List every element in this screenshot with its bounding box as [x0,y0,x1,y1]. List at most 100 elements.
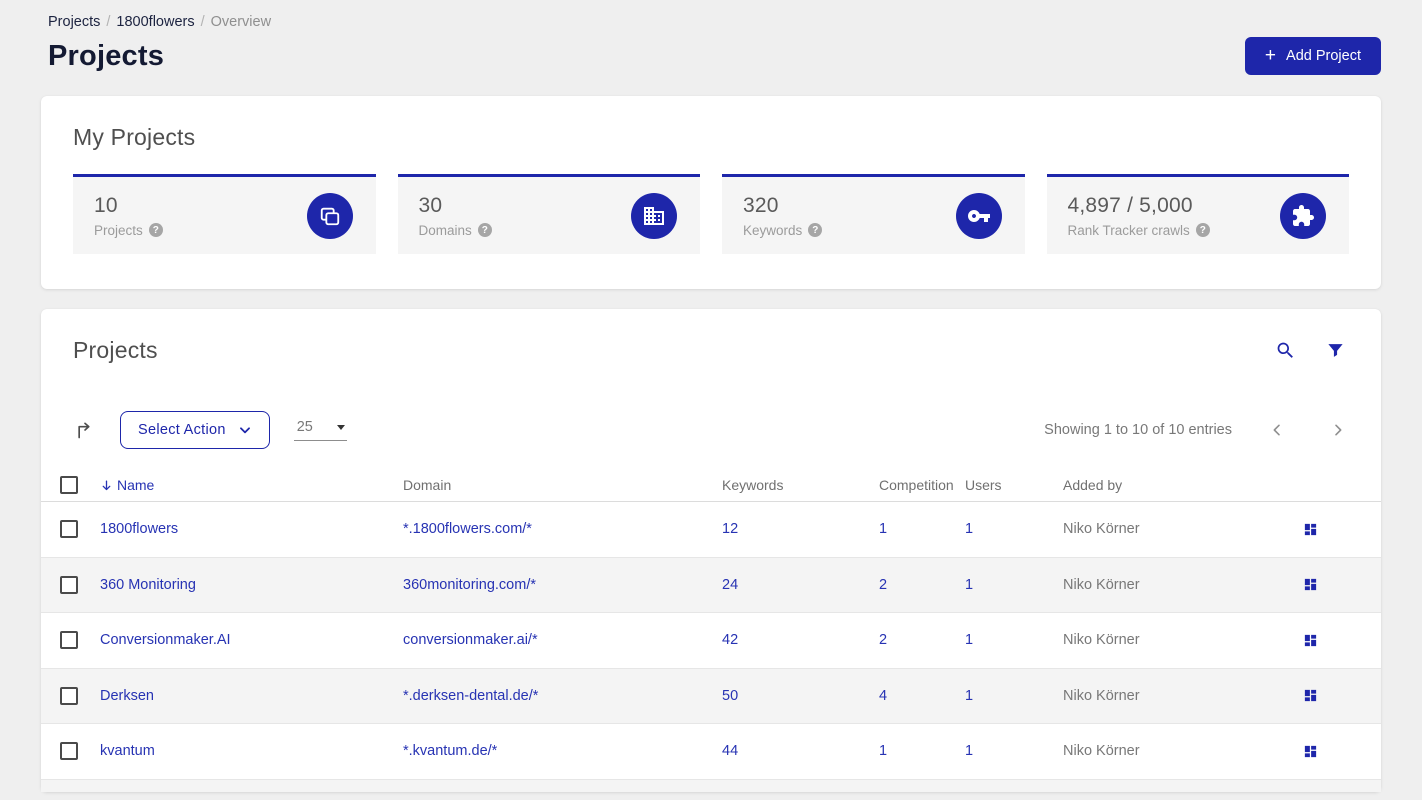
showing-entries-text: Showing 1 to 10 of 10 entries [1044,422,1232,438]
copy-stack-icon [306,192,353,239]
dashboard-icon[interactable] [1303,744,1318,759]
stat-projects-value: 10 [94,193,118,217]
prev-page-icon[interactable] [1269,422,1285,438]
column-header-name[interactable]: Name [100,477,403,493]
competition-value-link[interactable]: 1 [879,521,887,537]
building-icon [631,192,677,239]
page-size-select[interactable]: 25 [293,419,347,441]
projects-panel-title: Projects [73,337,158,363]
added-by-text: Niko Körner [1063,687,1140,704]
help-icon[interactable]: ? [477,223,492,237]
dashboard-icon[interactable] [1303,522,1318,537]
column-header-domain[interactable]: Domain [403,477,722,493]
row-checkbox[interactable] [60,575,78,594]
help-icon[interactable]: ? [1195,223,1210,237]
project-name-link[interactable]: 360 Monitoring [100,577,196,593]
row-checkbox[interactable] [60,520,78,539]
table-body: 1800flowers *.1800flowers.com/* 12 1 1 N… [41,502,1381,780]
page-title: Projects [48,39,165,72]
stat-keywords: 320 Keywords ? [722,174,1025,254]
help-icon[interactable]: ? [808,223,823,237]
export-arrow-icon[interactable] [75,420,95,440]
users-value-link[interactable]: 1 [965,688,973,704]
select-action-label: Select Action [138,422,226,438]
project-domain-link[interactable]: conversionmaker.ai/* [403,632,538,648]
stat-projects-label: Projects [94,222,143,238]
users-value-link[interactable]: 1 [965,632,973,648]
stat-domains-label: Domains [418,222,472,238]
breadcrumb-separator: / [200,14,205,30]
table-row[interactable]: kvantum *.kvantum.de/* 44 1 1 Niko Körne… [41,724,1381,780]
key-icon [955,192,1002,239]
column-header-users[interactable]: Users [965,477,1063,493]
page-size-value: 25 [296,419,313,435]
stat-keywords-label: Keywords [743,222,803,238]
project-name-link[interactable]: Derksen [100,688,154,704]
table-row[interactable]: 360 Monitoring 360monitoring.com/* 24 2 … [41,557,1381,613]
added-by-text: Niko Körner [1063,743,1140,760]
added-by-text: Niko Körner [1063,632,1140,649]
breadcrumb-projects[interactable]: Projects [48,14,100,30]
competition-value-link[interactable]: 2 [879,632,887,648]
puzzle-icon [1280,192,1326,239]
my-projects-title: My Projects [73,124,196,150]
dashboard-icon[interactable] [1303,688,1318,703]
project-domain-link[interactable]: *.1800flowers.com/* [403,521,532,537]
table-row[interactable]: Conversionmaker.AI conversionmaker.ai/* … [41,613,1381,669]
keywords-value-link[interactable]: 44 [722,743,738,759]
filter-icon[interactable] [1326,341,1345,360]
project-domain-link[interactable]: *.kvantum.de/* [403,743,497,759]
table-row[interactable]: Derksen *.derksen-dental.de/* 50 4 1 Nik… [41,668,1381,724]
keywords-value-link[interactable]: 24 [722,577,738,593]
dashboard-icon[interactable] [1303,577,1318,592]
column-header-added-by[interactable]: Added by [1063,477,1262,493]
project-name-link[interactable]: Conversionmaker.AI [100,632,231,648]
chevron-down-icon [239,427,250,434]
stat-domains-value: 30 [418,193,443,217]
breadcrumb-separator: / [106,14,111,30]
stat-keywords-value: 320 [743,193,779,217]
stat-projects: 10 Projects ? [73,174,376,254]
next-page-icon[interactable] [1330,422,1346,438]
row-checkbox[interactable] [60,742,78,761]
caret-down-icon [336,424,345,430]
partial-next-row [41,779,1381,792]
column-header-competition[interactable]: Competition [879,477,965,493]
table-row[interactable]: 1800flowers *.1800flowers.com/* 12 1 1 N… [41,502,1381,558]
keywords-value-link[interactable]: 42 [722,632,738,648]
keywords-value-link[interactable]: 12 [722,521,738,537]
select-action-dropdown[interactable]: Select Action [120,411,270,449]
added-by-text: Niko Körner [1063,576,1140,593]
competition-value-link[interactable]: 4 [879,688,887,704]
keywords-value-link[interactable]: 50 [722,688,738,704]
project-domain-link[interactable]: 360monitoring.com/* [403,577,536,593]
stat-crawls-value: 4,897 / 5,000 [1067,193,1193,217]
stat-crawls-label: Rank Tracker crawls [1067,222,1190,238]
select-all-checkbox[interactable] [60,476,78,494]
stat-crawls: 4,897 / 5,000 Rank Tracker crawls ? [1046,174,1349,254]
users-value-link[interactable]: 1 [965,577,973,593]
row-checkbox[interactable] [60,631,78,650]
project-name-link[interactable]: 1800flowers [100,521,178,537]
row-checkbox[interactable] [60,686,78,705]
competition-value-link[interactable]: 2 [879,577,887,593]
search-icon[interactable] [1275,340,1296,361]
add-project-label: Add Project [1286,48,1361,64]
plus-icon: + [1264,44,1277,66]
breadcrumb-1800flowers[interactable]: 1800flowers [116,14,194,30]
added-by-text: Niko Körner [1063,521,1140,538]
competition-value-link[interactable]: 1 [879,743,887,759]
add-project-button[interactable]: + Add Project [1244,37,1381,75]
users-value-link[interactable]: 1 [965,521,973,537]
breadcrumb-overview: Overview [210,14,272,30]
project-name-link[interactable]: kvantum [100,743,155,759]
stat-domains: 30 Domains ? [397,174,700,254]
breadcrumb: Projects / 1800flowers / Overview [48,0,1381,30]
sort-desc-icon [102,480,111,490]
column-header-keywords[interactable]: Keywords [722,477,879,493]
users-value-link[interactable]: 1 [965,743,973,759]
my-projects-card: My Projects 10 Projects ? 30 Domains ? 3… [41,96,1381,289]
project-domain-link[interactable]: *.derksen-dental.de/* [403,688,538,704]
dashboard-icon[interactable] [1303,633,1318,648]
help-icon[interactable]: ? [148,223,163,237]
